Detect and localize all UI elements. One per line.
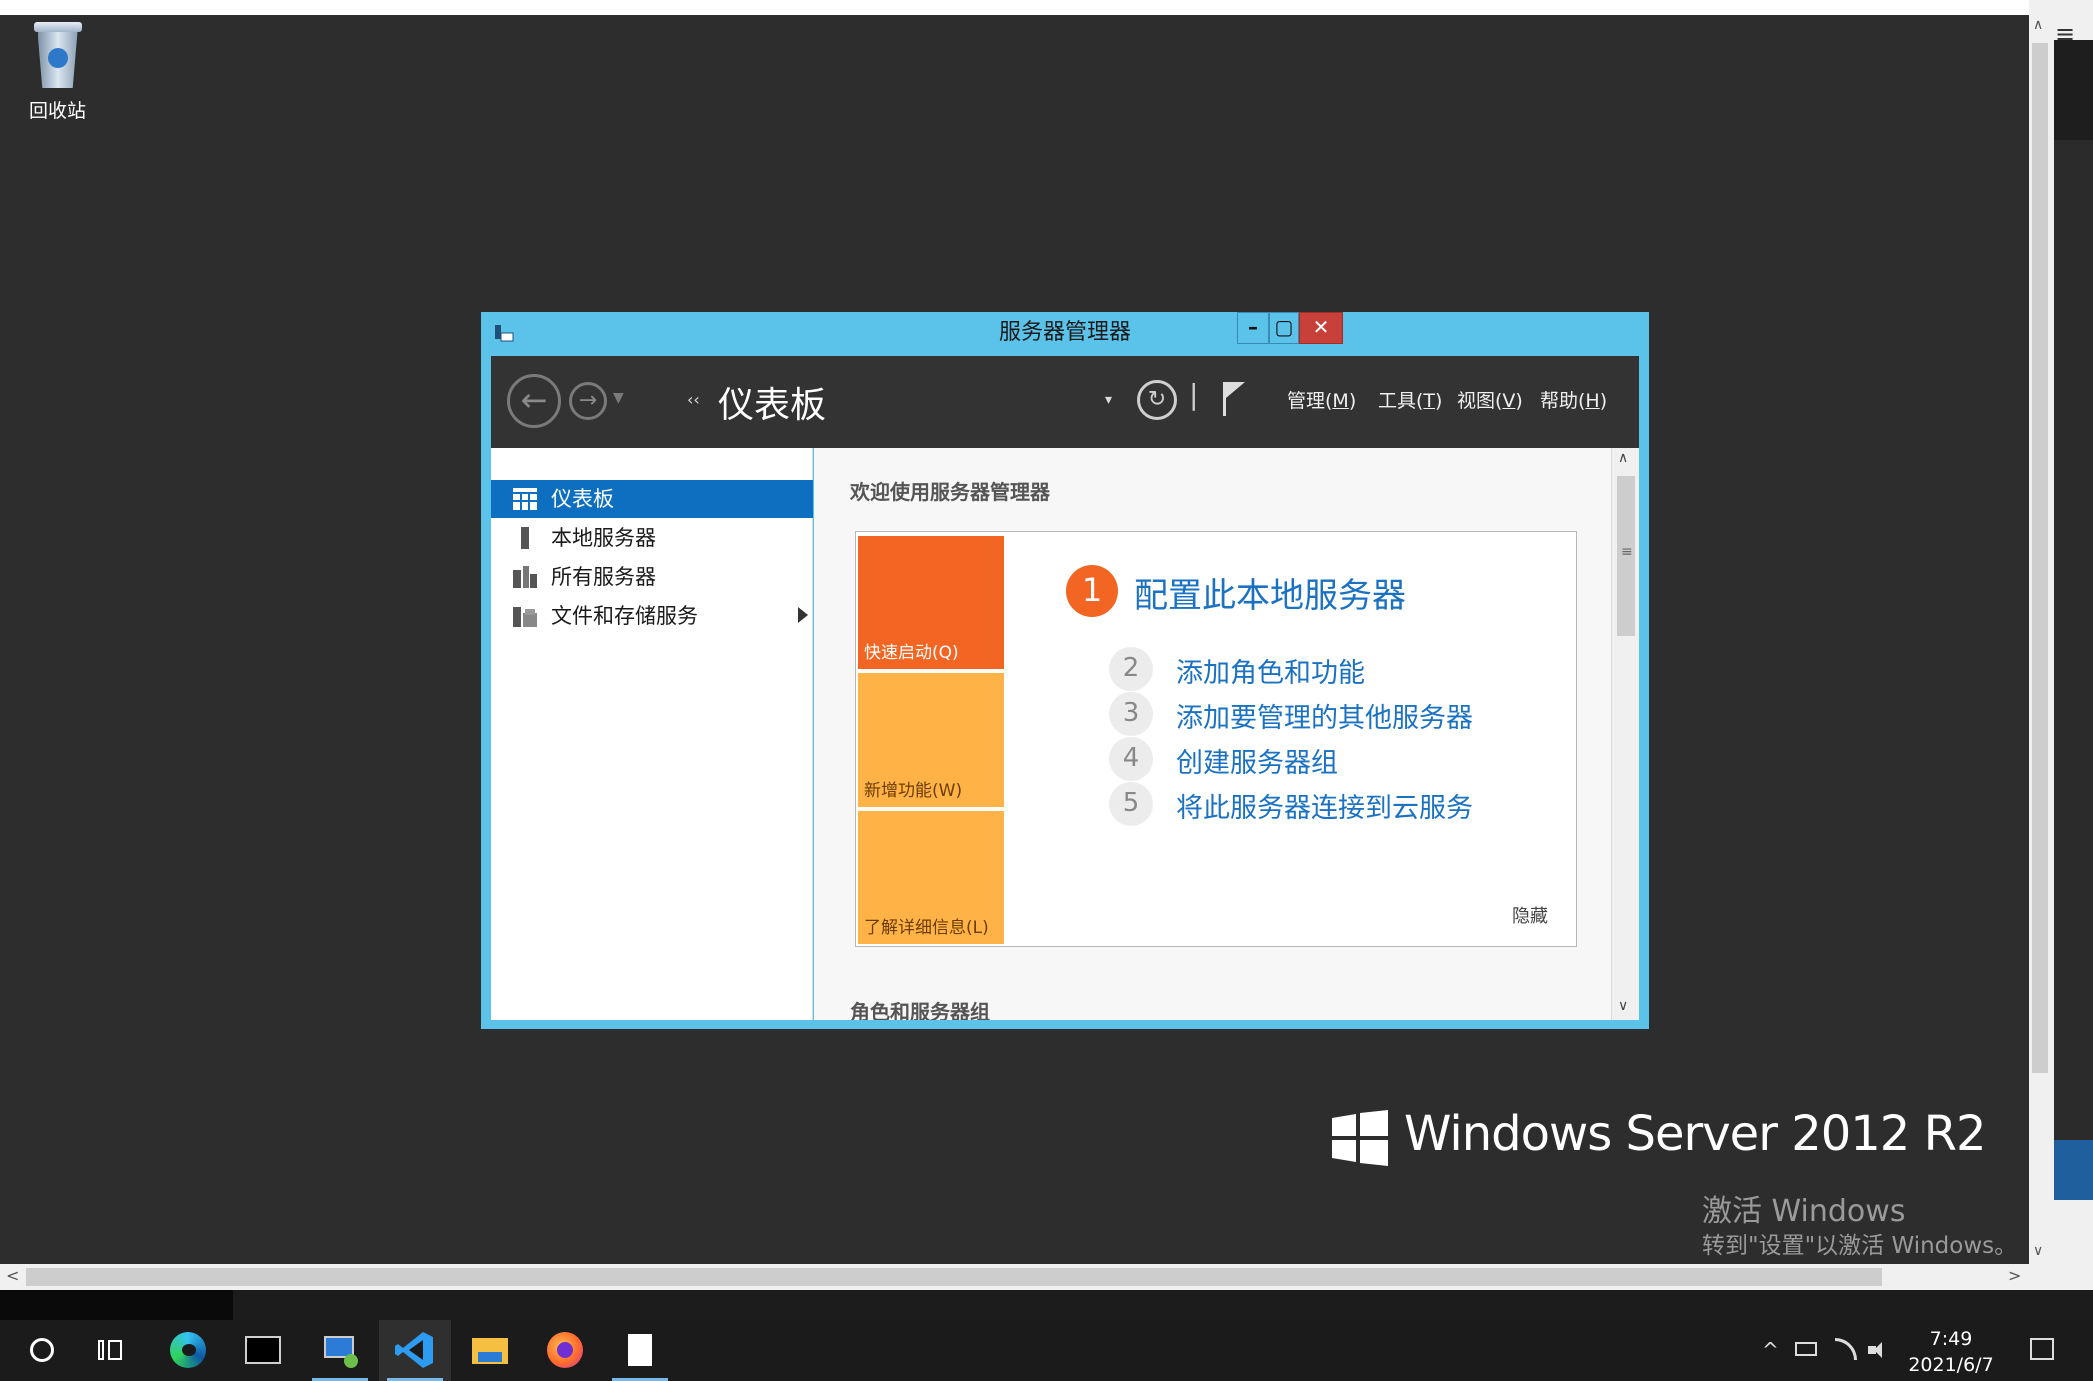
dashboard-content: 欢迎使用服务器管理器 快速启动(Q) 新增功能(W) 了解详细信息(L) 1 配… (814, 448, 1611, 1020)
minimize-button[interactable]: – (1237, 312, 1269, 344)
viewer-top-strip (0, 0, 2029, 15)
right-panel-block (2054, 140, 2093, 1140)
windows-logo-icon (1332, 1110, 1388, 1166)
horizontal-scroll-thumb[interactable] (26, 1268, 1882, 1286)
viewer-vertical-scrollbar[interactable]: ∧ ∨ (2029, 15, 2051, 1264)
terminal-icon[interactable] (243, 1330, 283, 1370)
right-panel-button[interactable] (2054, 1140, 2093, 1200)
action-center-icon[interactable] (2030, 1338, 2054, 1360)
scroll-down-arrow-icon[interactable]: ∨ (1618, 998, 1628, 1014)
step-number-badge: 3 (1109, 692, 1153, 736)
menu-view[interactable]: 视图(V) (1457, 386, 1523, 413)
viewer-bottom-band (0, 1290, 233, 1320)
history-dropdown-icon[interactable]: ▼ (613, 390, 624, 406)
clock[interactable]: 7:49 2021/6/7 (1896, 1326, 2006, 1378)
window-title: 服务器管理器 (998, 320, 1131, 345)
remote-desktop-icon[interactable] (320, 1330, 360, 1370)
activation-title: 激活 Windows (1702, 1194, 1906, 1229)
step-add-roles-link[interactable]: 添加角色和功能 (1176, 651, 1365, 690)
nav-item-file-storage[interactable]: 文件和存储服务 (491, 597, 813, 635)
nav-item-all-servers[interactable]: 所有服务器 (491, 558, 813, 596)
file-explorer-icon[interactable] (470, 1330, 510, 1370)
battery-icon[interactable] (1795, 1342, 1817, 1356)
content-scrollbar[interactable]: ∧ ≡ ∨ (1611, 448, 1639, 1020)
breadcrumb-dropdown-icon[interactable]: ▾ (1105, 392, 1112, 408)
vscode-icon (395, 1330, 435, 1370)
nav-item-label: 文件和存储服务 (551, 604, 698, 628)
edge-browser-icon[interactable] (168, 1330, 208, 1370)
menu-tools[interactable]: 工具(T) (1378, 386, 1442, 413)
welcome-heading: 欢迎使用服务器管理器 (850, 480, 1050, 504)
network-icon[interactable] (1835, 1338, 1857, 1360)
tray-chevron-icon[interactable]: ^ (1762, 1338, 1779, 1362)
breadcrumb: 仪表板 (718, 385, 827, 426)
recycle-bin-label: 回收站 (28, 100, 86, 122)
viewer-bottom-band (233, 1290, 2093, 1320)
hamburger-icon[interactable]: ≡ (2055, 20, 2075, 48)
file-storage-icon (513, 607, 537, 627)
server-manager-window: 服务器管理器 – ▢ ✕ ← → ▼ ‹‹ 仪表板 ▾ ↻ | 管理(M) 工具… (481, 312, 1649, 1029)
step-number-badge: 2 (1109, 647, 1153, 691)
step-create-server-group-link[interactable]: 创建服务器组 (1176, 741, 1338, 780)
refresh-icon[interactable]: ↻ (1137, 380, 1177, 420)
dashboard-grid-icon (513, 488, 537, 510)
step-add-servers-link[interactable]: 添加要管理的其他服务器 (1176, 696, 1473, 735)
nav-item-local-server[interactable]: 本地服务器 (491, 519, 813, 557)
task-view-icon[interactable] (92, 1330, 132, 1370)
scroll-left-arrow-icon[interactable]: < (6, 1266, 19, 1285)
step-number-badge: 4 (1109, 737, 1153, 781)
tile-learn-more[interactable]: 了解详细信息(L) (858, 811, 1004, 944)
server-icon (521, 527, 529, 549)
recycle-bin-icon (32, 22, 84, 90)
menu-manage[interactable]: 管理(M) (1287, 386, 1356, 413)
step-connect-cloud-link[interactable]: 将此服务器连接到云服务 (1176, 786, 1473, 825)
nav-item-label: 仪表板 (551, 487, 614, 511)
notifications-flag-icon[interactable] (1221, 380, 1247, 418)
clock-time: 7:49 (1929, 1328, 1973, 1350)
maximize-button[interactable]: ▢ (1269, 312, 1299, 344)
step-number-badge: 1 (1066, 565, 1118, 617)
recycle-bin[interactable]: 回收站 (20, 22, 95, 123)
step-configure-local-server-link[interactable]: 配置此本地服务器 (1134, 568, 1406, 617)
search-circle-icon[interactable] (22, 1330, 62, 1370)
quick-start-panel: 快速启动(Q) 新增功能(W) 了解详细信息(L) 1 配置此本地服务器 2 添… (855, 531, 1577, 947)
scroll-right-arrow-icon[interactable]: > (2008, 1266, 2021, 1285)
volume-icon[interactable] (1868, 1340, 1890, 1360)
taskbar: ^ 7:49 2021/6/7 (0, 1320, 2093, 1381)
close-button[interactable]: ✕ (1299, 312, 1343, 344)
tile-quick-start[interactable]: 快速启动(Q) (858, 536, 1004, 669)
forward-arrow-icon[interactable]: → (569, 382, 607, 420)
hide-link[interactable]: 隐藏 (1512, 902, 1548, 928)
toolbar: ← → ▼ ‹‹ 仪表板 ▾ ↻ | 管理(M) 工具(T) 视图(V) 帮助(… (491, 356, 1639, 448)
viewer-horizontal-scrollbar[interactable]: < > (0, 1264, 2051, 1290)
nav-item-label: 所有服务器 (551, 565, 656, 589)
toolbar-separator: | (1189, 378, 1199, 411)
scroll-down-arrow-icon[interactable]: ∨ (2033, 1243, 2043, 1259)
step-number-badge: 5 (1109, 782, 1153, 826)
back-arrow-icon[interactable]: ← (507, 374, 561, 428)
nav-item-label: 本地服务器 (551, 526, 656, 550)
scroll-up-arrow-icon[interactable]: ∧ (1618, 450, 1628, 466)
activation-hint: 转到"设置"以激活 Windows。 (1702, 1233, 2018, 1259)
roles-heading: 角色和服务器组 (850, 1000, 990, 1020)
clock-date: 2021/6/7 (1908, 1354, 1994, 1376)
scroll-up-arrow-icon[interactable]: ∧ (2033, 17, 2043, 33)
right-panel-block (2054, 40, 2093, 140)
notepad-icon[interactable] (620, 1330, 660, 1370)
vscode-taskbar-slot[interactable] (379, 1320, 451, 1381)
product-watermark: Windows Server 2012 R2 (1404, 1106, 1986, 1162)
nav-item-dashboard[interactable]: 仪表板 (491, 480, 813, 518)
scroll-grip-icon: ≡ (1621, 544, 1633, 560)
navigation-pane: 仪表板 本地服务器 所有服务器 文件和存储服务 (491, 448, 813, 1020)
breadcrumb-chevron-icon[interactable]: ‹‹ (687, 390, 700, 409)
menu-help[interactable]: 帮助(H) (1540, 386, 1607, 413)
expand-arrow-icon[interactable] (798, 607, 808, 623)
vertical-scroll-thumb[interactable] (2032, 43, 2048, 1073)
servers-icon (513, 566, 537, 588)
firefox-icon[interactable] (545, 1330, 585, 1370)
tile-whats-new[interactable]: 新增功能(W) (858, 673, 1004, 807)
